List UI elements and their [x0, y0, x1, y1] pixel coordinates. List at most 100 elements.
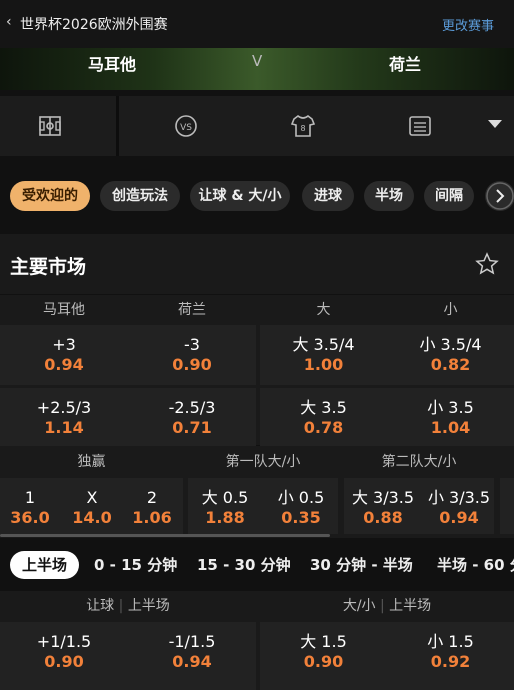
odds-value: 0.94: [439, 508, 479, 527]
scoreboard-icon[interactable]: [406, 112, 434, 140]
odds-value: 0.90: [303, 652, 344, 671]
group-team1-ou: 第一队大/小: [225, 454, 301, 470]
odds-line: 大 1.5: [300, 632, 347, 651]
odds-cell[interactable]: -2.5/3 0.71: [128, 388, 256, 446]
chip-goals[interactable]: 进球: [302, 181, 354, 211]
odds-cell[interactable]: 1 36.0: [6, 478, 54, 534]
odds-line: 小 1.5: [427, 632, 474, 651]
odds-line: 小 3/3.5: [427, 488, 491, 507]
odds-cell[interactable]: 大 1.5 0.90: [260, 622, 387, 690]
odds-line: X: [86, 488, 98, 507]
change-competition-link[interactable]: 更改赛事: [442, 15, 494, 34]
odds-line: 小 0.5: [277, 488, 325, 507]
odds-cell[interactable]: +3 0.94: [0, 325, 128, 385]
col-header-away: 荷兰: [178, 302, 206, 318]
half-ou-header: 大/小 | 上半场: [342, 598, 432, 614]
odds-cell[interactable]: +1/1.5 0.90: [0, 622, 128, 690]
next-panel-edge: [500, 478, 514, 534]
chip-interval[interactable]: 间隔: [424, 181, 474, 211]
horizontal-scrollbar[interactable]: [0, 534, 330, 537]
odds-cell[interactable]: 小 3.5 1.04: [387, 388, 514, 446]
odds-line: 大 0.5: [201, 488, 249, 507]
odds-line: 大 3/3.5: [351, 488, 415, 507]
odds-value: 0.78: [303, 418, 344, 437]
odds-cell[interactable]: -3 0.90: [128, 325, 256, 385]
chip-create-bet[interactable]: 创造玩法: [100, 181, 180, 211]
odds-value: 14.0: [72, 508, 112, 527]
match-info-tabs: VS 8: [0, 96, 514, 156]
star-icon[interactable]: [475, 252, 499, 276]
header-part: 让球: [86, 598, 115, 614]
odds-cell[interactable]: X 14.0: [66, 478, 118, 534]
match-banner: 马耳他 V 荷兰: [0, 48, 514, 90]
competition-title: 世界杯2026欧洲外围赛: [20, 17, 168, 33]
odds-value: 0.35: [281, 508, 321, 527]
odds-line: 小 3.5: [427, 398, 474, 417]
odds-line: -3: [184, 335, 200, 354]
odds-cell[interactable]: 大 3.5 0.78: [260, 388, 387, 446]
period-tabs: 上半场 0 - 15 分钟 15 - 30 分钟 30 分钟 - 半场 半场 -…: [0, 540, 514, 590]
odds-value: 0.92: [430, 652, 471, 671]
tab-0-15[interactable]: 0 - 15 分钟: [94, 554, 177, 575]
tab-first-half[interactable]: 上半场: [10, 551, 80, 579]
odds-cell[interactable]: +2.5/3 1.14: [0, 388, 128, 446]
chip-handicap-ou[interactable]: 让球 & 大/小: [190, 181, 290, 211]
odds-line: +3: [52, 335, 76, 354]
odds-line: 大 3.5/4: [292, 335, 355, 354]
svg-text:VS: VS: [180, 123, 192, 133]
chip-half[interactable]: 半场: [364, 181, 414, 211]
odds-value: 0.82: [430, 355, 471, 374]
col-header-home: 马耳他: [43, 302, 85, 318]
away-team-name: 荷兰: [389, 55, 422, 74]
svg-text:8: 8: [300, 124, 305, 133]
odds-value: 0.71: [172, 418, 212, 437]
header-part: 上半场: [127, 598, 170, 614]
chevron-left-icon[interactable]: ‹: [6, 14, 12, 30]
chevron-right-icon[interactable]: [485, 181, 514, 211]
odds-line: 1: [24, 488, 36, 507]
odds-line: +2.5/3: [36, 398, 92, 417]
odds-cell[interactable]: 小 3/3.5 0.94: [420, 478, 498, 534]
odds-cell[interactable]: 小 3.5/4 0.82: [387, 325, 514, 385]
chip-popular[interactable]: 受欢迎的: [10, 181, 90, 211]
tab-divider: [116, 96, 119, 156]
odds-value: 1.14: [44, 418, 84, 437]
odds-cell[interactable]: 大 3.5/4 1.00: [260, 325, 387, 385]
odds-line: +1/1.5: [36, 632, 92, 651]
main-market-title: 主要市场: [10, 256, 87, 278]
odds-value: 1.88: [205, 508, 245, 527]
odds-cell[interactable]: -1/1.5 0.94: [128, 622, 256, 690]
tab-30-half[interactable]: 30 分钟 - 半场: [310, 554, 413, 575]
odds-cell[interactable]: 2 1.06: [126, 478, 178, 534]
versus-label: V: [252, 52, 263, 70]
col-header-under: 小: [443, 302, 458, 318]
col-header-over: 大: [316, 302, 331, 318]
odds-line: 2: [146, 488, 158, 507]
pitch-icon[interactable]: [36, 112, 64, 140]
vs-icon[interactable]: VS: [172, 112, 200, 140]
odds-value: 1.00: [303, 355, 344, 374]
header-part: 大/小: [342, 598, 376, 614]
odds-cell[interactable]: 小 0.5 0.35: [266, 478, 336, 534]
main-market-header: 主要市场: [0, 234, 514, 294]
half-handicap-header: 让球 | 上半场: [86, 598, 170, 614]
home-team-name: 马耳他: [88, 55, 137, 74]
market-filter-chips: 受欢迎的 创造玩法 让球 & 大/小 进球 半场 间隔: [0, 162, 514, 228]
jersey-icon[interactable]: 8: [289, 112, 317, 140]
odds-value: 36.0: [10, 508, 50, 527]
odds-cell[interactable]: 大 0.5 1.88: [190, 478, 260, 534]
dropdown-icon[interactable]: [488, 120, 502, 128]
group-moneyline: 独赢: [77, 454, 106, 470]
odds-value: 1.06: [132, 508, 172, 527]
odds-value: 0.88: [363, 508, 403, 527]
odds-line: 小 3.5/4: [419, 335, 482, 354]
odds-line: -2.5/3: [168, 398, 216, 417]
odds-cell[interactable]: 小 1.5 0.92: [387, 622, 514, 690]
odds-value: 0.90: [172, 355, 212, 374]
tab-15-30[interactable]: 15 - 30 分钟: [197, 554, 291, 575]
top-header: ‹ 世界杯2026欧洲外围赛 更改赛事: [0, 0, 514, 48]
tab-half-60[interactable]: 半场 - 60 分: [437, 554, 514, 575]
odds-cell[interactable]: 大 3/3.5 0.88: [344, 478, 422, 534]
odds-value: 1.04: [430, 418, 471, 437]
group-team2-ou: 第二队大/小: [381, 454, 457, 470]
